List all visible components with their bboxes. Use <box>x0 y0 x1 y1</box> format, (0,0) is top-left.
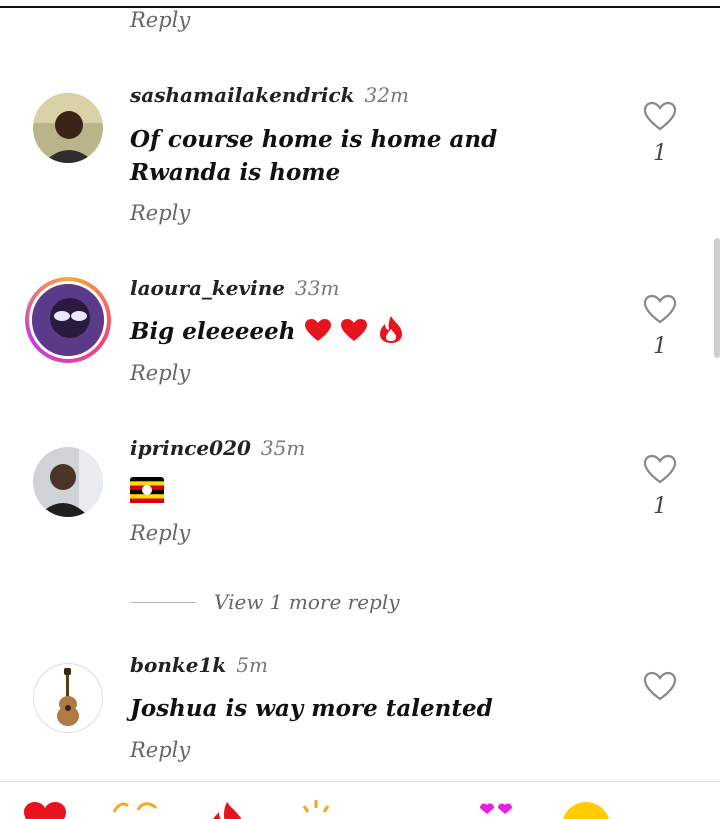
heart-icon[interactable] <box>643 294 677 324</box>
comment-time: 33m <box>295 276 340 300</box>
reply-button[interactable]: Reply <box>130 201 190 225</box>
comment-username[interactable]: bonke1k 5m <box>130 653 268 677</box>
avatar-photo <box>33 447 103 517</box>
avatar[interactable] <box>25 277 111 363</box>
reply-button[interactable]: Reply <box>130 521 190 545</box>
like-count: 1 <box>653 494 667 519</box>
divider-line <box>130 601 196 603</box>
clapping-hands-icon[interactable] <box>108 800 160 819</box>
comment-time: 32m <box>364 83 409 107</box>
avatar-photo <box>32 284 104 356</box>
avatar[interactable] <box>33 447 103 517</box>
red-heart-icon[interactable] <box>22 800 68 819</box>
avatar[interactable] <box>33 93 103 163</box>
comment-text: Of course home is home and Rwanda is hom… <box>130 126 498 186</box>
quick-emoji-bar <box>0 800 720 819</box>
like-count: 1 <box>653 334 667 359</box>
uganda-flag-emoji <box>130 477 164 507</box>
smiley-icon[interactable] <box>560 800 612 819</box>
heart-eyes-icon[interactable] <box>474 800 518 819</box>
fire-icon <box>379 316 402 343</box>
reply-button[interactable]: Reply <box>130 738 190 762</box>
scrollbar[interactable] <box>714 238 720 358</box>
red-heart-icon <box>340 319 367 341</box>
comment-username[interactable]: laoura_kevine 33m <box>130 276 339 300</box>
comment-username[interactable]: sashamailakendrick 32m <box>130 83 409 107</box>
fire-icon[interactable] <box>204 800 250 819</box>
top-border <box>0 6 720 8</box>
heart-icon[interactable] <box>643 101 677 131</box>
comment-time: 5m <box>236 653 268 677</box>
comment-text: Joshua is way more talented <box>130 695 493 722</box>
composer-divider <box>0 781 720 782</box>
view-more-label: View 1 more reply <box>214 590 400 614</box>
guitar-avatar <box>57 668 79 726</box>
heart-icon[interactable] <box>643 454 677 484</box>
reply-button[interactable]: Reply <box>130 361 190 385</box>
uganda-flag-icon <box>130 477 164 503</box>
red-heart-icon <box>304 319 331 341</box>
comment-username[interactable]: iprince020 35m <box>130 436 305 460</box>
like-count: 1 <box>653 141 667 166</box>
star-struck-icon[interactable] <box>296 800 336 819</box>
comment-text: Big eleeeeeh <box>130 314 600 348</box>
heart-icon[interactable] <box>643 671 677 701</box>
comment-time: 35m <box>260 436 306 460</box>
reply-button[interactable]: Reply <box>130 8 190 32</box>
avatar-photo <box>33 93 103 163</box>
view-more-replies[interactable]: View 1 more reply <box>130 590 400 614</box>
avatar[interactable] <box>33 663 103 733</box>
